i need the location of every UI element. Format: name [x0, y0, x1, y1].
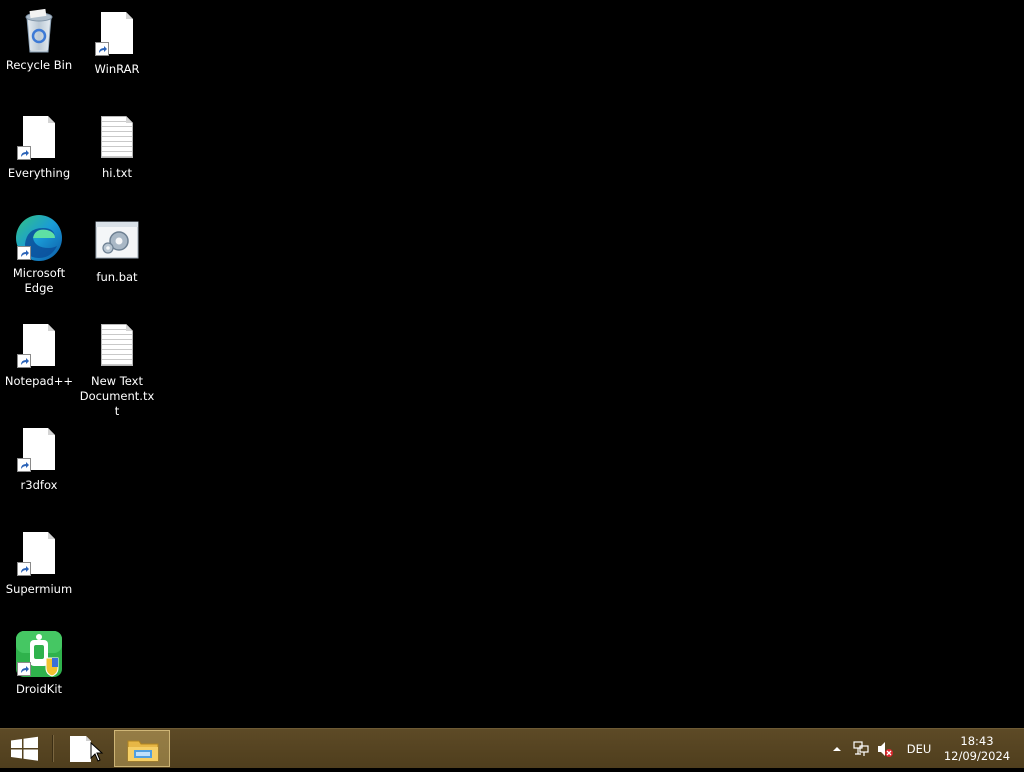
clock[interactable]: 18:43 12/09/2024 [940, 734, 1014, 764]
taskbar: DEU 18:43 12/09/2024 [0, 728, 1024, 768]
desktop-icon-new-text-document[interactable]: New Text Document.txt [79, 322, 155, 419]
droidkit-icon [15, 630, 63, 678]
taskbar-item-blank-document[interactable] [58, 730, 114, 767]
shortcut-arrow-icon [17, 354, 31, 368]
mouse-cursor-icon [90, 742, 104, 762]
icon-label: Notepad++ [4, 374, 74, 388]
network-icon [853, 740, 869, 756]
clock-date: 12/09/2024 [943, 749, 1011, 763]
desktop-icon-everything[interactable]: Everything [1, 114, 77, 181]
desktop-icon-hi-txt[interactable]: hi.txt [79, 114, 155, 181]
batch-file-icon [93, 218, 141, 266]
edge-icon [15, 214, 63, 262]
desktop-icon-winrar[interactable]: WinRAR [79, 10, 155, 77]
start-button[interactable] [2, 729, 48, 768]
clock-time: 18:43 [960, 734, 994, 748]
volume-muted-icon [878, 741, 893, 757]
desktop: Recycle Bin WinRAR Everything hi.txt Mic… [0, 0, 1024, 728]
everything-shortcut-icon [15, 114, 63, 162]
shortcut-arrow-icon [17, 562, 31, 576]
icon-label: fun.bat [96, 270, 138, 284]
desktop-icon-r3dfox[interactable]: r3dfox [1, 426, 77, 493]
blank-document-icon [70, 736, 91, 762]
desktop-icon-fun-bat[interactable]: fun.bat [79, 218, 155, 285]
desktop-icon-notepadpp[interactable]: Notepad++ [1, 322, 77, 389]
desktop-icon-droidkit[interactable]: DroidKit [1, 630, 77, 697]
icon-label: Microsoft Edge [12, 266, 66, 295]
shortcut-arrow-icon [17, 146, 31, 160]
shortcut-arrow-icon [17, 458, 31, 472]
icon-label: Supermium [5, 582, 73, 596]
show-hidden-icons-button[interactable] [829, 729, 845, 768]
chevron-up-icon [833, 746, 841, 751]
icon-label: r3dfox [20, 478, 58, 492]
icon-label: Everything [7, 166, 71, 180]
text-file-icon [93, 322, 141, 370]
notepadpp-shortcut-icon [15, 322, 63, 370]
icon-label: New Text Document.txt [79, 374, 155, 418]
desktop-icon-recycle-bin[interactable]: Recycle Bin [1, 6, 77, 73]
icon-label: DroidKit [15, 682, 63, 696]
text-file-icon [93, 114, 141, 162]
shortcut-arrow-icon [17, 246, 31, 260]
desktop-icon-microsoft-edge[interactable]: Microsoft Edge [1, 214, 77, 296]
icon-label: WinRAR [94, 62, 140, 76]
desktop-icon-supermium[interactable]: Supermium [1, 530, 77, 597]
supermium-shortcut-icon [15, 530, 63, 578]
r3dfox-shortcut-icon [15, 426, 63, 474]
icon-label: hi.txt [102, 166, 132, 180]
network-status-button[interactable] [850, 729, 872, 768]
windows-logo-icon [11, 736, 38, 761]
volume-button[interactable] [874, 729, 896, 768]
language-indicator[interactable]: DEU [902, 729, 936, 768]
recycle-bin-icon [15, 6, 63, 54]
taskbar-separator [52, 735, 53, 762]
file-explorer-icon [127, 740, 159, 762]
taskbar-item-file-explorer[interactable] [114, 730, 170, 767]
icon-label: Recycle Bin [5, 58, 73, 72]
winrar-shortcut-icon [93, 10, 141, 58]
shortcut-arrow-icon [17, 662, 31, 676]
shortcut-arrow-icon [95, 42, 109, 56]
